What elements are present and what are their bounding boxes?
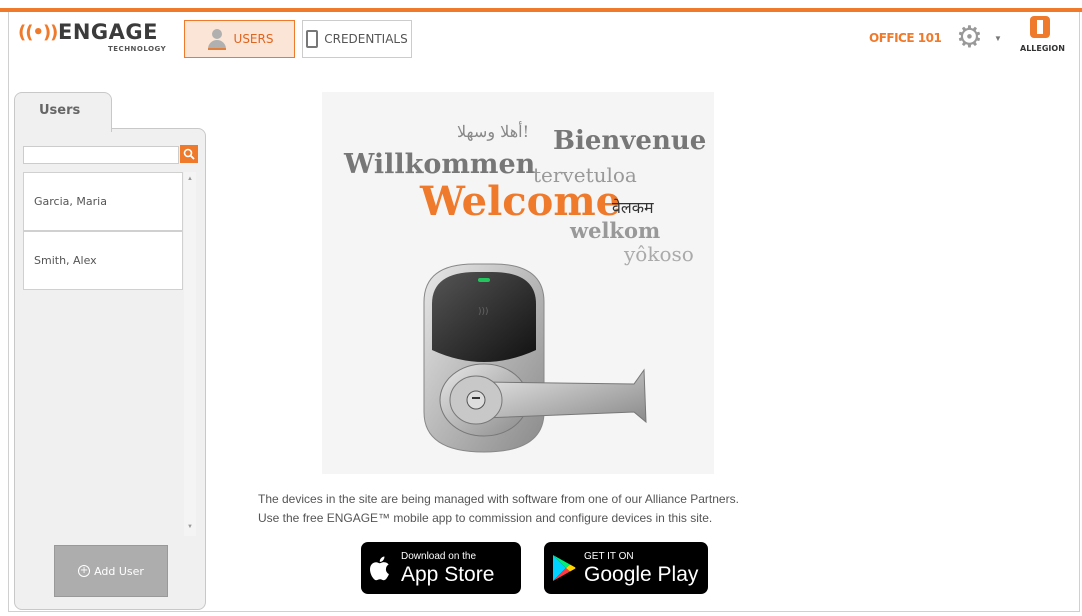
credential-card-icon (306, 30, 319, 48)
app-store-badge[interactable]: Download on the App Store (361, 542, 521, 594)
alliance-info: The devices in the site are being manage… (258, 490, 739, 528)
app-store-big: App Store (401, 562, 495, 586)
svg-text:))): ))) (478, 307, 489, 317)
info-line-1: The devices in the site are being manage… (258, 492, 739, 506)
search-button[interactable] (180, 145, 198, 163)
user-icon (206, 29, 228, 50)
apple-icon (361, 554, 401, 582)
nav-credentials-label: CREDENTIALS (324, 32, 408, 46)
list-item[interactable]: Garcia, Maria (23, 172, 183, 231)
allegion-mark-icon (1030, 16, 1050, 38)
welcome-word-dutch: welkom (570, 218, 661, 243)
allegion-logo: ALLEGION (1018, 16, 1082, 60)
add-user-label: Add User (94, 564, 144, 578)
search-icon (183, 148, 195, 160)
logo-word: ENGAGE (58, 20, 158, 44)
google-play-big: Google Play (584, 562, 699, 586)
logo-subtitle: TECHNOLOGY (108, 45, 167, 53)
welcome-word-french: Bienvenue (553, 126, 707, 156)
allegion-wordmark: ALLEGION (1020, 44, 1065, 53)
door-lock-illustration: ))) (423, 263, 647, 453)
google-play-badge[interactable]: GET IT ON Google Play (544, 542, 708, 594)
wireless-icon: ((•)) (18, 22, 58, 43)
user-list: Garcia, Maria Smith, Alex (23, 172, 183, 536)
list-item[interactable]: Smith, Alex (23, 231, 183, 290)
list-scrollbar[interactable]: ▲ ▼ (184, 172, 196, 536)
search-input[interactable] (23, 146, 179, 164)
welcome-word-hindi: वेलकम (612, 198, 654, 217)
engage-logo[interactable]: ((•)) ENGAGE TECHNOLOGY (18, 20, 178, 56)
gear-icon: ⚙ (956, 21, 983, 54)
nav-credentials-button[interactable]: CREDENTIALS (302, 20, 412, 58)
google-play-icon (544, 554, 584, 582)
welcome-word-german: Willkommen (344, 149, 536, 180)
google-play-small: GET IT ON (584, 550, 634, 562)
site-name[interactable]: OFFICE 101 (869, 31, 942, 45)
welcome-word-arabic: أهلا وسهلا! (457, 122, 530, 141)
chevron-down-icon[interactable]: ▼ (994, 34, 1002, 43)
scroll-up-icon[interactable]: ▲ (184, 176, 196, 182)
nav-users-label: USERS (233, 32, 274, 46)
welcome-image: أهلا وسهلا! Bienvenue Willkommen tervetu… (322, 92, 714, 474)
user-name: Smith, Alex (34, 254, 97, 267)
nav-users-button[interactable]: USERS (184, 20, 295, 58)
app-store-small: Download on the (401, 550, 477, 562)
user-name: Garcia, Maria (34, 195, 107, 208)
settings-menu[interactable]: ⚙ (950, 22, 990, 54)
plus-icon: + (78, 565, 91, 577)
info-line-2: Use the free ENGAGE™ mobile app to commi… (258, 511, 713, 525)
add-user-button[interactable]: + Add User (54, 545, 168, 597)
tab-users[interactable]: Users (14, 92, 112, 132)
scroll-down-icon[interactable]: ▼ (184, 524, 196, 530)
